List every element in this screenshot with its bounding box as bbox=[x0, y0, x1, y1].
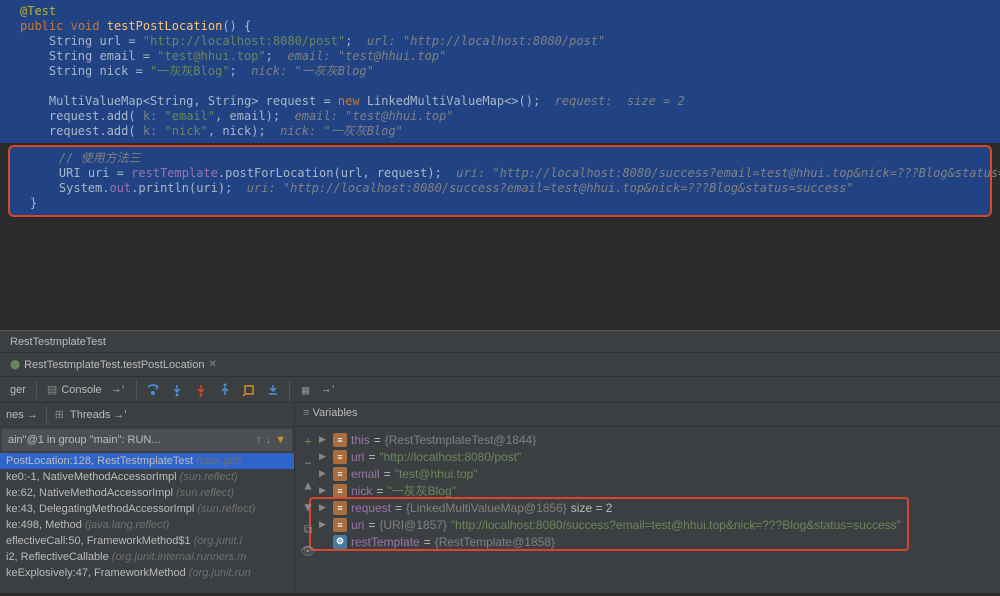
debug-panel: RestTestmplateTest ⬤ RestTestmplateTest.… bbox=[0, 330, 1000, 593]
code-editor[interactable]: @Test public void testPostLocation() { S… bbox=[0, 0, 1000, 330]
test-icon: ⬤ bbox=[10, 359, 20, 370]
arrow-down-icon[interactable]: ↓ bbox=[266, 434, 272, 446]
stack-frame[interactable]: ke:498, Method (java.lang.reflect) bbox=[0, 517, 294, 533]
thread-selector[interactable]: ain"@1 in group "main": RUN... ↑ ↓ ▼ bbox=[2, 429, 292, 451]
variables-label: Variables bbox=[312, 407, 357, 419]
config-tab-bar: ⬤ RestTestmplateTest.testPostLocation ✕ bbox=[0, 353, 1000, 377]
debug-title-bar: RestTestmplateTest bbox=[0, 331, 1000, 353]
frames-label: nes → bbox=[6, 409, 38, 421]
variable-row[interactable]: ▶≡url = "http://localhost:8080/post" bbox=[299, 448, 996, 465]
stack-frame[interactable]: i2, ReflectiveCallable (org.junit.intern… bbox=[0, 549, 294, 565]
vars-header-icon: ≡ bbox=[303, 407, 309, 419]
add-watch-icon[interactable]: + bbox=[299, 432, 317, 450]
run-config-tab[interactable]: ⬤ RestTestmplateTest.testPostLocation ✕ bbox=[0, 355, 227, 375]
step-over-icon[interactable] bbox=[143, 380, 163, 400]
debug-toolbar: ger ▤Console →' ▦ →' bbox=[0, 377, 1000, 403]
variable-row[interactable]: ▶≡email = "test@hhui.top" bbox=[299, 465, 996, 482]
variable-row[interactable]: ▶≡this = {RestTestmplateTest@1844} bbox=[299, 431, 996, 448]
stack-frame[interactable]: ke:43, DelegatingMethodAccessorImpl (sun… bbox=[0, 501, 294, 517]
step-into-icon[interactable] bbox=[167, 380, 187, 400]
force-step-into-icon[interactable] bbox=[191, 380, 211, 400]
threads-label[interactable]: Threads →' bbox=[70, 409, 127, 421]
down-icon[interactable]: ▼ bbox=[299, 498, 317, 516]
copy-icon[interactable]: ⧉ bbox=[299, 520, 317, 538]
more2-icon[interactable]: →' bbox=[320, 380, 340, 400]
debug-title: RestTestmplateTest bbox=[0, 333, 116, 351]
stack-frame[interactable]: ke:62, NativeMethodAccessorImpl (sun.ref… bbox=[0, 485, 294, 501]
tab-debugger[interactable]: ger bbox=[6, 380, 30, 400]
remove-watch-icon[interactable]: − bbox=[299, 454, 317, 472]
step-out-icon[interactable] bbox=[215, 380, 235, 400]
close-icon[interactable]: ✕ bbox=[208, 359, 216, 370]
highlighted-code-box: // 使用方法三 URI uri = restTemplate.postForL… bbox=[8, 145, 992, 217]
variables-side-toolbar: + − ▲ ▼ ⧉ 👁 bbox=[297, 430, 319, 562]
frame-list[interactable]: PostLocation:128, RestTestmplateTest (co… bbox=[0, 453, 294, 581]
highlighted-vars-box bbox=[309, 497, 909, 551]
variables-panel: ≡ Variables ▶≡this = {RestTestmplateTest… bbox=[295, 403, 1000, 593]
threads-icon: ⊞ bbox=[55, 408, 64, 421]
evaluate-icon[interactable]: ▦ bbox=[296, 380, 316, 400]
watch-icon[interactable]: 👁 bbox=[299, 542, 317, 560]
filter-icon[interactable]: ▼ bbox=[275, 434, 286, 446]
console-icon: ▤ bbox=[47, 383, 57, 396]
stack-frame[interactable]: keExplosively:47, FrameworkMethod (org.j… bbox=[0, 565, 294, 581]
up-icon[interactable]: ▲ bbox=[299, 476, 317, 494]
stack-frame[interactable]: ke0:-1, NativeMethodAccessorImpl (sun.re… bbox=[0, 469, 294, 485]
stack-frame[interactable]: PostLocation:128, RestTestmplateTest (co… bbox=[0, 453, 294, 469]
drop-frame-icon[interactable] bbox=[239, 380, 259, 400]
frames-panel: nes → ⊞ Threads →' ain"@1 in group "main… bbox=[0, 403, 295, 593]
tab-console[interactable]: ▤Console bbox=[43, 380, 106, 400]
stack-frame[interactable]: eflectiveCall:50, FrameworkMethod$1 (org… bbox=[0, 533, 294, 549]
arrow-up-icon[interactable]: ↑ bbox=[256, 434, 262, 446]
annotation: @Test bbox=[20, 4, 56, 18]
more-icon[interactable]: →' bbox=[110, 380, 130, 400]
run-to-cursor-icon[interactable] bbox=[263, 380, 283, 400]
